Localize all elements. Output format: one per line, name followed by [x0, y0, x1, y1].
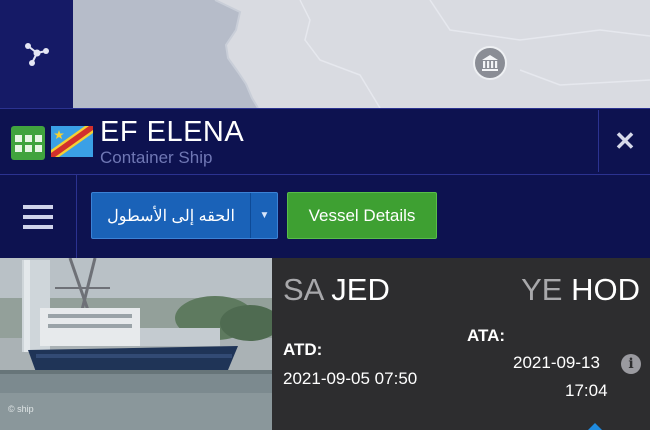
vessel-photo[interactable] [0, 258, 272, 430]
map-land [0, 0, 650, 108]
next-arrow-icon[interactable] [585, 418, 605, 430]
share-nodes-icon[interactable] [22, 39, 52, 69]
arrival-country: YE [521, 272, 563, 307]
ata-label: ATA: [467, 326, 506, 345]
atd-label: ATD: [283, 340, 323, 359]
departure-country: SA [283, 272, 323, 307]
flag-icon [51, 126, 93, 157]
photo-credit: © ship [8, 404, 34, 414]
caret-down-icon[interactable]: ▼ [250, 193, 278, 238]
departure-port-code: JED [331, 272, 390, 307]
arrival-port-code: HOD [571, 272, 640, 307]
map-tools-panel [0, 0, 73, 108]
close-icon: ✕ [614, 125, 636, 156]
hamburger-menu-button[interactable] [0, 175, 77, 258]
bank-icon[interactable] [473, 46, 507, 80]
vessel-details-button[interactable]: Vessel Details [287, 192, 437, 239]
vessel-name: EF ELENA [100, 116, 245, 148]
arrival-port[interactable]: YE HOD [521, 272, 640, 308]
vessel-type: Container Ship [100, 148, 213, 167]
add-to-fleet-button[interactable]: الحقه إلى الأسطول ▼ [91, 192, 278, 239]
info-icon[interactable]: i [621, 354, 641, 374]
departure-port[interactable]: SA JED [283, 272, 390, 308]
add-to-fleet-label: الحقه إلى الأسطول [107, 207, 235, 225]
hamburger-menu-icon [23, 204, 53, 209]
atd-value: 2021-09-05 07:50 [283, 369, 418, 388]
grid-icon[interactable] [11, 126, 45, 160]
close-button[interactable]: ✕ [598, 110, 650, 172]
vessel-header [0, 108, 650, 174]
map-view[interactable] [0, 0, 650, 108]
ata-date: 2021-09-13 [513, 353, 600, 372]
ata-time: 17:04 [565, 381, 608, 400]
